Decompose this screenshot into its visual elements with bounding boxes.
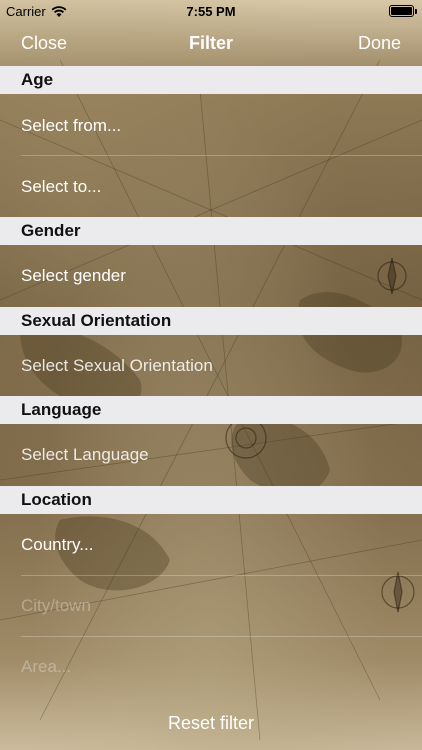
area-field[interactable]: Area... [0, 636, 422, 697]
section-header-language: Language [0, 396, 422, 424]
city-field[interactable]: City/town [0, 575, 422, 636]
section-header-orientation: Sexual Orientation [0, 307, 422, 335]
section-header-age: Age [0, 66, 422, 94]
age-to-field[interactable]: Select to... [0, 156, 422, 217]
age-from-field[interactable]: Select from... [0, 95, 422, 156]
section-header-gender: Gender [0, 217, 422, 245]
language-field[interactable]: Select Language [0, 424, 422, 485]
status-time: 7:55 PM [186, 4, 236, 19]
reset-filter-button[interactable]: Reset filter [0, 708, 422, 738]
navigation-bar: Close Filter Done [0, 22, 422, 66]
done-button[interactable]: Done [358, 33, 401, 54]
country-field[interactable]: Country... [0, 514, 422, 575]
orientation-field[interactable]: Select Sexual Orientation [0, 335, 422, 396]
status-bar: Carrier 7:55 PM [0, 0, 422, 22]
section-header-location: Location [0, 486, 422, 514]
battery-icon [389, 5, 417, 17]
gender-field[interactable]: Select gender [0, 245, 422, 306]
